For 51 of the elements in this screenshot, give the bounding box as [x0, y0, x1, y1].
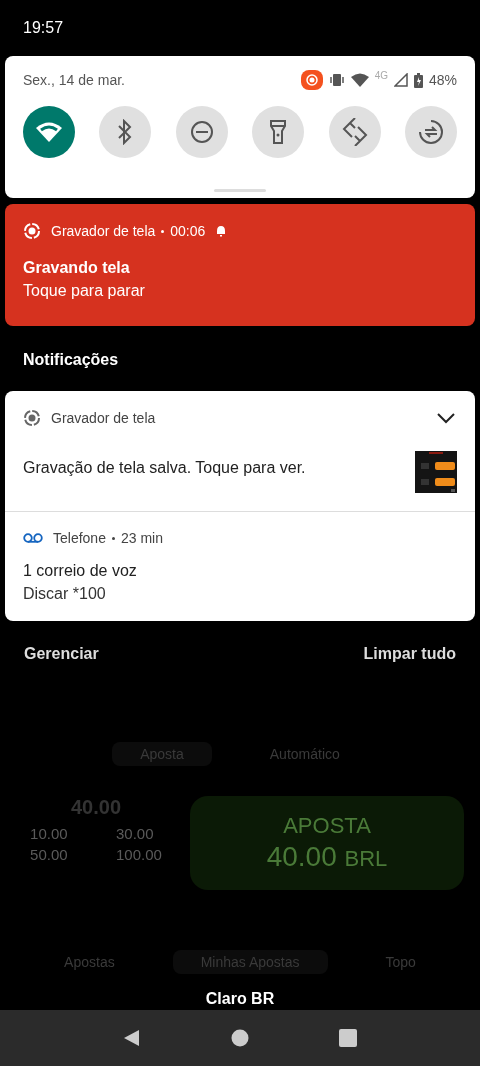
bluetooth-icon [117, 119, 134, 145]
screen-record-icon [300, 70, 323, 90]
carrier-label: Claro BR [205, 990, 275, 1007]
bet-button[interactable]: APOSTA 40.00 BRL [190, 796, 464, 890]
notification-title: Gravando tela [23, 259, 131, 277]
notification-text: Gravação de tela salva. Toque para ver. [23, 459, 306, 477]
quick-setting-tile[interactable] [404, 106, 457, 158]
tab[interactable]: Automático [241, 742, 368, 766]
quick-setting-tile[interactable] [23, 106, 75, 158]
date-label: Sex., 14 de mar. [23, 72, 125, 88]
amount-chip[interactable]: 50.00 [30, 846, 76, 863]
clock: 19:57 [23, 19, 64, 37]
tab[interactable]: Apostas [36, 950, 143, 974]
home-button[interactable] [231, 1029, 249, 1047]
do-not-disturb-icon [189, 120, 214, 144]
recording-notification[interactable]: Gravador de tela 00:06 Gravando tela Toque para parar [5, 204, 475, 326]
data-saver-icon [417, 119, 444, 145]
wifi-icon [35, 121, 63, 143]
signal-icon [393, 73, 408, 87]
notification-text: Toque para parar [23, 282, 146, 300]
quick-setting-tile[interactable] [99, 106, 152, 158]
elapsed-time: 00:06 [170, 223, 206, 239]
section-title: Notificações [22, 350, 120, 370]
action-button[interactable]: Limpar tudo [363, 645, 456, 663]
rotate-icon [340, 118, 369, 146]
notification-title: 1 correio de voz [23, 562, 138, 580]
app-name: Telefone [53, 530, 106, 546]
screen-record-icon [23, 222, 41, 240]
app-name: Gravador de tela [51, 410, 156, 426]
back-button[interactable] [123, 1029, 141, 1047]
battery-icon [413, 72, 423, 88]
quick-setting-tile[interactable] [328, 106, 381, 158]
bell-icon [215, 225, 228, 237]
flashlight-icon [269, 119, 288, 145]
amount-chip[interactable]: 10.00 [30, 825, 76, 842]
notification-time: 23 min [120, 530, 163, 546]
voicemail-icon [23, 533, 43, 543]
quick-setting-tile[interactable] [252, 106, 305, 158]
battery-percent: 48% [428, 72, 457, 88]
app-name: Gravador de tela [51, 223, 156, 239]
network-type: 4G [374, 70, 388, 81]
wifi-icon [350, 73, 369, 87]
screen-record-icon [23, 409, 41, 427]
tab[interactable]: Topo [357, 950, 444, 974]
vibrate-icon [328, 73, 345, 87]
notification-text: Discar *100 [23, 585, 107, 603]
chevron-down-icon[interactable] [437, 413, 455, 424]
amount-chip[interactable]: 30.00 [116, 825, 162, 842]
quick-setting-tile[interactable] [175, 106, 228, 158]
action-button[interactable]: Gerenciar [24, 645, 99, 663]
amount-chip[interactable]: 100.00 [116, 846, 162, 863]
